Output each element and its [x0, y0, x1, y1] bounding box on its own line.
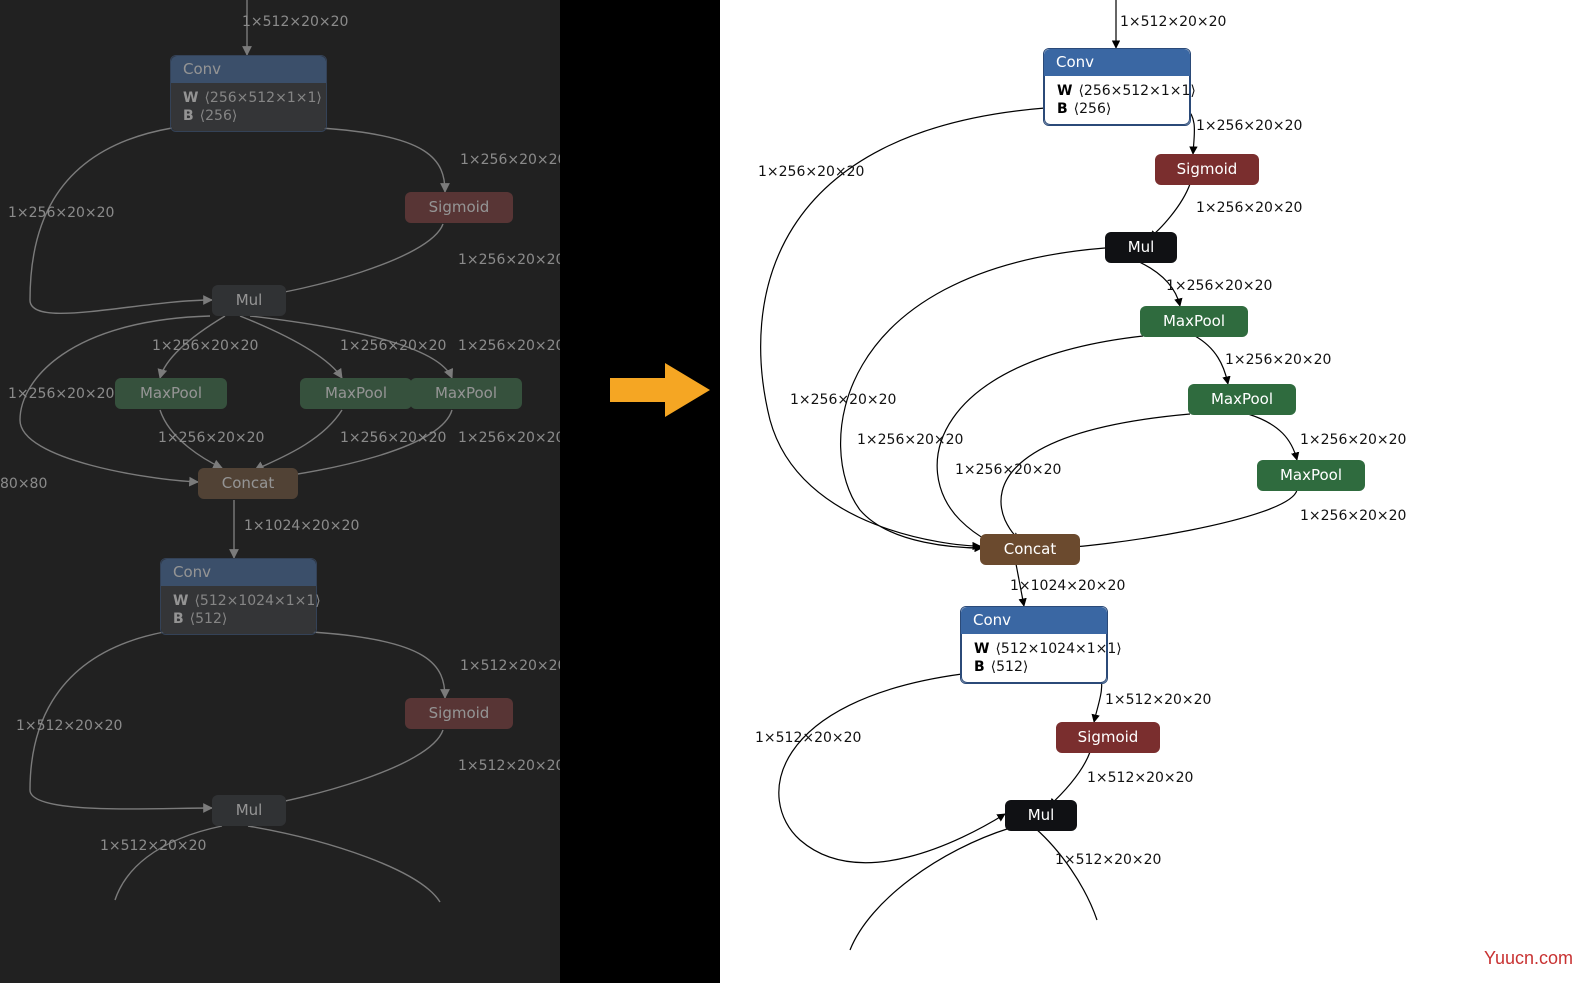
mul-node[interactable]: Mul	[1105, 232, 1177, 263]
param-value: ⟨512×1024×1×1⟩	[194, 593, 320, 609]
tensor-shape-label: 1×256×20×20	[758, 164, 864, 180]
conv-node[interactable]: ConvW⟨256×512×1×1⟩B⟨256⟩	[1043, 48, 1191, 126]
param-key: W	[1057, 83, 1072, 99]
conv-node[interactable]: ConvW⟨512×1024×1×1⟩B⟨512⟩	[960, 606, 1108, 684]
param-value: ⟨256×512×1×1⟩	[204, 90, 321, 106]
tensor-shape-label: 1×512×20×20	[1055, 852, 1161, 868]
edge	[1149, 184, 1190, 238]
tensor-shape-label: 1×512×20×20	[100, 838, 206, 854]
sigmoid-node[interactable]: Sigmoid	[405, 698, 513, 729]
conv-node-header[interactable]: Conv	[171, 56, 326, 83]
conv-node-header[interactable]: Conv	[1044, 49, 1190, 76]
watermark: Yuucn.com	[1484, 948, 1573, 969]
tensor-shape-label: 1×256×20×20	[458, 338, 564, 354]
tensor-shape-label: 1×256×20×20	[1300, 508, 1406, 524]
edge	[312, 632, 445, 698]
maxpool-node[interactable]: MaxPool	[1140, 306, 1248, 337]
edge	[258, 730, 443, 806]
param-key: B	[173, 611, 184, 627]
tensor-shape-label: 1×512×20×20	[16, 718, 122, 734]
param-value: ⟨512×1024×1×1⟩	[995, 641, 1121, 657]
tensor-shape-label: 1×256×20×20	[1196, 118, 1302, 134]
conv-node-params: W⟨512×1024×1×1⟩B⟨512⟩	[161, 586, 316, 634]
tensor-shape-label: 1×256×20×20	[8, 205, 114, 221]
tensor-shape-label: 1×256×20×20	[955, 462, 1061, 478]
param-value: ⟨512⟩	[991, 659, 1029, 675]
tensor-shape-label: 1×256×20×20	[790, 392, 896, 408]
conv-node-params: W⟨512×1024×1×1⟩B⟨512⟩	[961, 634, 1107, 683]
tensor-shape-label: 1×512×20×20	[1087, 770, 1193, 786]
edge	[779, 674, 1005, 863]
tensor-shape-label: 1×1024×20×20	[244, 518, 359, 534]
mul-node[interactable]: Mul	[212, 795, 286, 826]
tensor-shape-label: 1×512×20×20	[1120, 14, 1226, 30]
param-value: ⟨256⟩	[1074, 101, 1112, 117]
conv-node[interactable]: Conv W ⟨256×512×1×1⟩ B ⟨256⟩	[170, 55, 327, 132]
tensor-shape-label: 1×256×20×20	[8, 386, 114, 402]
tensor-shape-label: 1×512×20×20	[460, 658, 566, 674]
tensor-shape-label: 1×512×20×20	[458, 758, 564, 774]
tensor-shape-label: 80×80	[0, 476, 47, 492]
sigmoid-node[interactable]: Sigmoid	[1155, 154, 1259, 185]
maxpool-node[interactable]: MaxPool	[1188, 384, 1296, 415]
transition-arrow-icon	[610, 360, 710, 420]
edge	[1195, 336, 1228, 384]
light-theme-graph: Conv W ⟨256×512×1×1⟩ B ⟨256⟩ Sigmoid Mul MaxPoo…	[720, 0, 1587, 983]
center-divider	[560, 0, 720, 983]
conv-node-params: W ⟨256×512×1×1⟩ B ⟨256⟩	[171, 83, 326, 131]
conv-node-params: W⟨256×512×1×1⟩B⟨256⟩	[1044, 76, 1190, 125]
conv-node-header[interactable]: Conv	[961, 607, 1107, 634]
param-key: W	[173, 593, 188, 609]
edge	[255, 410, 342, 470]
param-key: B	[974, 659, 985, 675]
tensor-shape-label: 1×256×20×20	[857, 432, 963, 448]
edge	[248, 826, 440, 902]
edge	[320, 128, 445, 192]
param-value: ⟨256×512×1×1⟩	[1078, 83, 1195, 99]
concat-node[interactable]: Concat	[980, 534, 1080, 565]
tensor-shape-label: 1×256×20×20	[152, 338, 258, 354]
tensor-shape-label: 1×256×20×20	[340, 430, 446, 446]
mul-node[interactable]: Mul	[1005, 800, 1077, 831]
tensor-shape-label: 1×256×20×20	[458, 252, 564, 268]
tensor-shape-label: 1×256×20×20	[340, 338, 446, 354]
conv-node[interactable]: Conv W ⟨512×1024×1×1⟩ B ⟨512⟩	[160, 558, 317, 635]
edge	[258, 224, 443, 296]
tensor-shape-label: 1×256×20×20	[1300, 432, 1406, 448]
edge	[850, 828, 1010, 950]
maxpool-node[interactable]: MaxPool	[115, 378, 227, 409]
edge	[1052, 490, 1297, 548]
conv-node-header[interactable]: Conv	[161, 559, 316, 586]
dark-theme-graph: Conv W ⟨256×512×1×1⟩ B ⟨256⟩ Sigmoid Mul MaxPoo…	[0, 0, 560, 983]
concat-node[interactable]: Concat	[198, 468, 298, 499]
param-key: B	[183, 108, 194, 124]
edge	[1049, 752, 1090, 806]
param-key: W	[974, 641, 989, 657]
tensor-shape-label: 1×512×20×20	[242, 14, 348, 30]
edge	[1035, 828, 1097, 920]
tensor-shape-label: 1×256×20×20	[1196, 200, 1302, 216]
maxpool-node[interactable]: MaxPool	[300, 378, 412, 409]
param-key: W	[183, 90, 198, 106]
param-value: ⟨512⟩	[190, 611, 228, 627]
tensor-shape-label: 1×256×20×20	[460, 152, 566, 168]
maxpool-node[interactable]: MaxPool	[410, 378, 522, 409]
tensor-shape-label: 1×256×20×20	[1225, 352, 1331, 368]
sigmoid-node[interactable]: Sigmoid	[1056, 722, 1160, 753]
tensor-shape-label: 1×256×20×20	[158, 430, 264, 446]
edge	[1248, 414, 1297, 460]
maxpool-node[interactable]: MaxPool	[1257, 460, 1365, 491]
mul-node[interactable]: Mul	[212, 285, 286, 316]
tensor-shape-label: 1×512×20×20	[1105, 692, 1211, 708]
edge	[937, 336, 1143, 546]
sigmoid-node[interactable]: Sigmoid	[405, 192, 513, 223]
tensor-shape-label: 1×1024×20×20	[1010, 578, 1125, 594]
tensor-shape-label: 1×256×20×20	[1166, 278, 1272, 294]
tensor-shape-label: 1×256×20×20	[458, 430, 564, 446]
param-key: B	[1057, 101, 1068, 117]
tensor-shape-label: 1×512×20×20	[755, 730, 861, 746]
param-value: ⟨256⟩	[200, 108, 238, 124]
